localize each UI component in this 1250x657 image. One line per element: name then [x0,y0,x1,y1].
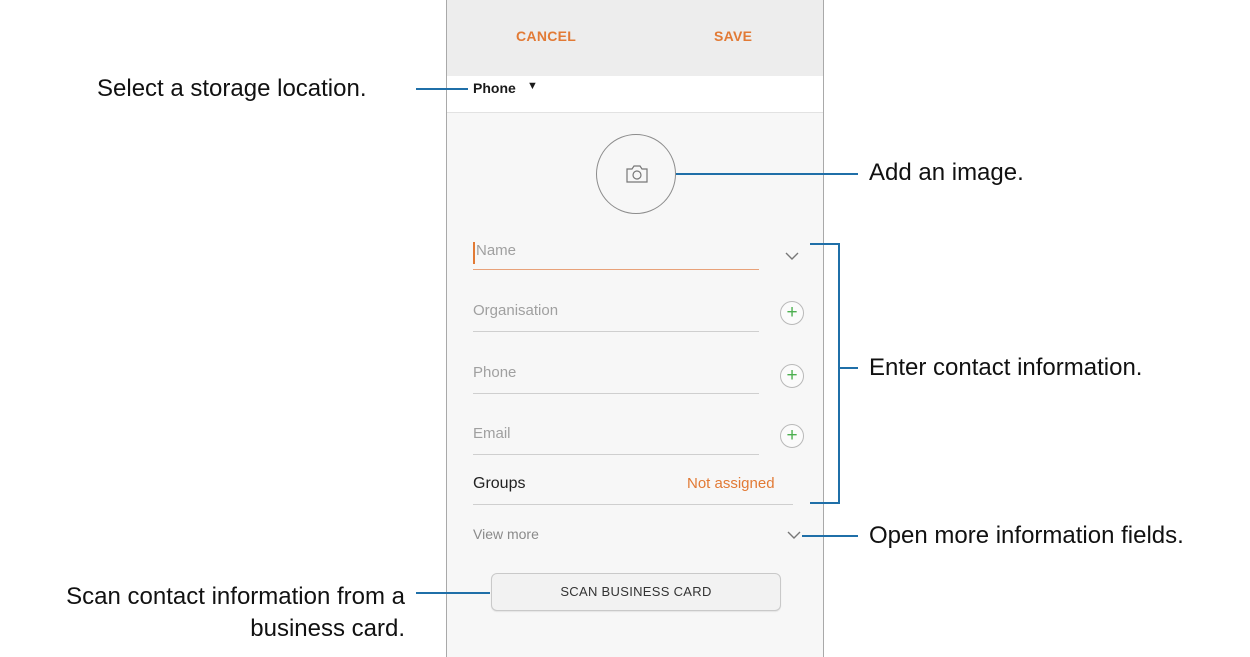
name-underline [473,269,759,270]
camera-icon [626,165,648,183]
dropdown-arrow-icon: ▼ [527,80,538,92]
email-input[interactable] [473,425,759,442]
more-fields-leader-line [802,535,858,537]
action-bar: CANCEL SAVE [447,0,823,76]
scan-leader-line [416,592,490,594]
organisation-field[interactable] [473,296,759,332]
email-field[interactable] [473,419,759,455]
storage-location-label: Phone [473,80,516,96]
image-callout: Add an image. [869,159,1024,186]
name-input[interactable] [476,242,762,259]
contact-callout: Enter contact information. [869,354,1143,381]
add-image-button[interactable] [596,134,676,214]
phone-field[interactable] [473,358,759,394]
scan-callout-line1: Scan contact information from a [66,583,405,610]
cancel-button[interactable]: CANCEL [516,28,576,44]
storage-leader-line [416,88,468,90]
email-underline [473,454,759,455]
phone-screen: CANCEL SAVE Phone ▼ + + + Groups Not [446,0,824,657]
storage-selector[interactable]: Phone ▼ [447,76,823,113]
view-more-link[interactable]: View more [473,526,539,542]
scan-callout-line2: business card. [250,615,405,642]
storage-callout: Select a storage location. [97,75,367,102]
name-field[interactable] [473,236,762,272]
more-fields-callout: Open more information fields. [869,522,1184,549]
plus-circle-icon[interactable]: + [780,364,804,388]
groups-divider [473,504,793,505]
organisation-input[interactable] [473,302,759,319]
groups-label: Groups [473,475,526,492]
text-cursor [473,242,475,264]
save-button[interactable]: SAVE [714,28,752,44]
organisation-underline [473,331,759,332]
contact-bracket-bottom [810,502,840,504]
contact-bracket-top [810,243,840,245]
contact-leader-line [840,367,858,369]
contact-bracket-vertical [838,243,840,504]
chevron-down-icon[interactable] [784,251,800,261]
plus-circle-icon[interactable]: + [780,424,804,448]
image-leader-line [676,173,858,175]
plus-circle-icon[interactable]: + [780,301,804,325]
phone-underline [473,393,759,394]
phone-input[interactable] [473,364,759,381]
chevron-down-icon[interactable] [786,530,802,540]
scan-business-card-button[interactable]: SCAN BUSINESS CARD [491,573,781,611]
groups-value[interactable]: Not assigned [687,475,775,492]
